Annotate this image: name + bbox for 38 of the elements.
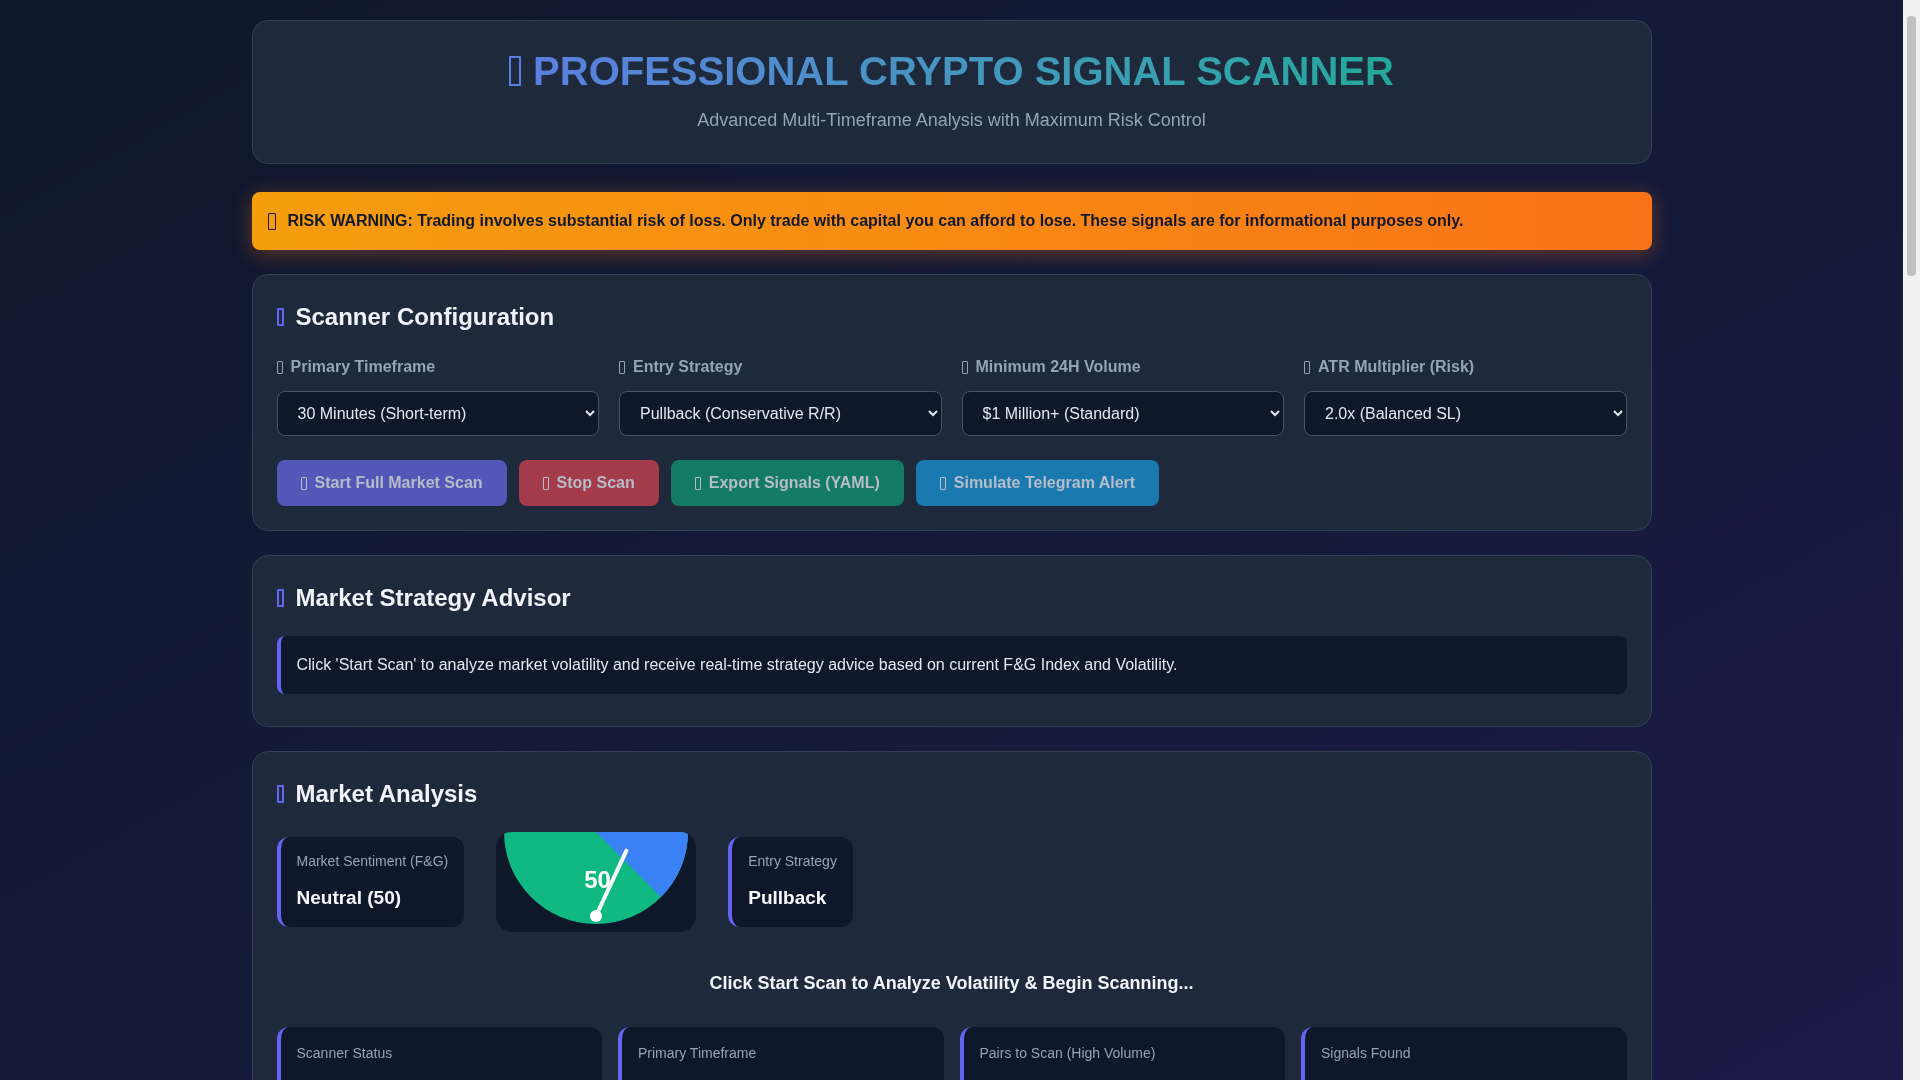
warning-text: RISK WARNING: Trading involves substantial risk of loss. Only trade with capital you can afford to lose. These signals are for informational purposes only. [287,211,1464,231]
subtitle: Advanced Multi-Timeframe Analysis with Maximum Risk Control [697,108,1206,132]
stat-label: Market Sentiment (F&G) [296,852,449,872]
missing-glyph-icon [1304,360,1310,374]
field-label: ATR Multiplier (Risk) [1318,357,1475,377]
missing-glyph-icon [276,360,283,374]
missing-glyph-icon [300,476,307,490]
missing-glyph-icon [276,308,284,326]
section-title: Market Strategy Advisor [295,583,571,613]
missing-glyph-icon [542,476,549,490]
missing-glyph-icon [619,360,625,374]
stat-label: Pairs to Scan (High Volume) [979,1044,1157,1063]
field-label: Minimum 24H Volume [975,357,1141,377]
missing-glyph-icon [961,360,968,374]
missing-glyph-icon [276,785,284,803]
section-title: Market Analysis [295,779,478,809]
section-title: Scanner Configuration [295,302,555,332]
stat-label: Scanner Status [296,1044,394,1063]
stat-value: Pullback [748,886,828,911]
field-label: Entry Strategy [633,357,743,377]
dropdown[interactable]: $1 Million+ (Standard) [961,391,1284,436]
stat-label: Primary Timeframe [638,1044,758,1063]
dropdown[interactable]: Pullback (Conservative R/R) [619,391,942,436]
missing-glyph-icon [509,55,522,86]
gauge-reading: 50 [584,868,611,892]
scrollbar[interactable] [1903,0,1920,1080]
advice-text: Click 'Start Scan' to analyze market volatility and receive real-time strategy advice based on current F&G Index and Volatility. [296,655,1178,675]
stat-label: Signals Found [1321,1044,1412,1063]
missing-glyph-icon [267,212,276,230]
missing-glyph-icon [694,476,701,490]
missing-glyph-icon [939,476,946,490]
dropdown[interactable]: 30 Minutes (Short-term) [276,391,599,436]
missing-glyph-icon [276,589,284,607]
stat-label: Entry Strategy [748,852,837,872]
dropdown[interactable]: 2.0x (Balanced SL) [1304,391,1627,436]
scan-prompt: Click Start Scan to Analyze Volatility & Begin Scanning... [708,972,1195,995]
stat-value: Neutral (50) [296,886,403,911]
field-label: Primary Timeframe [290,357,436,377]
